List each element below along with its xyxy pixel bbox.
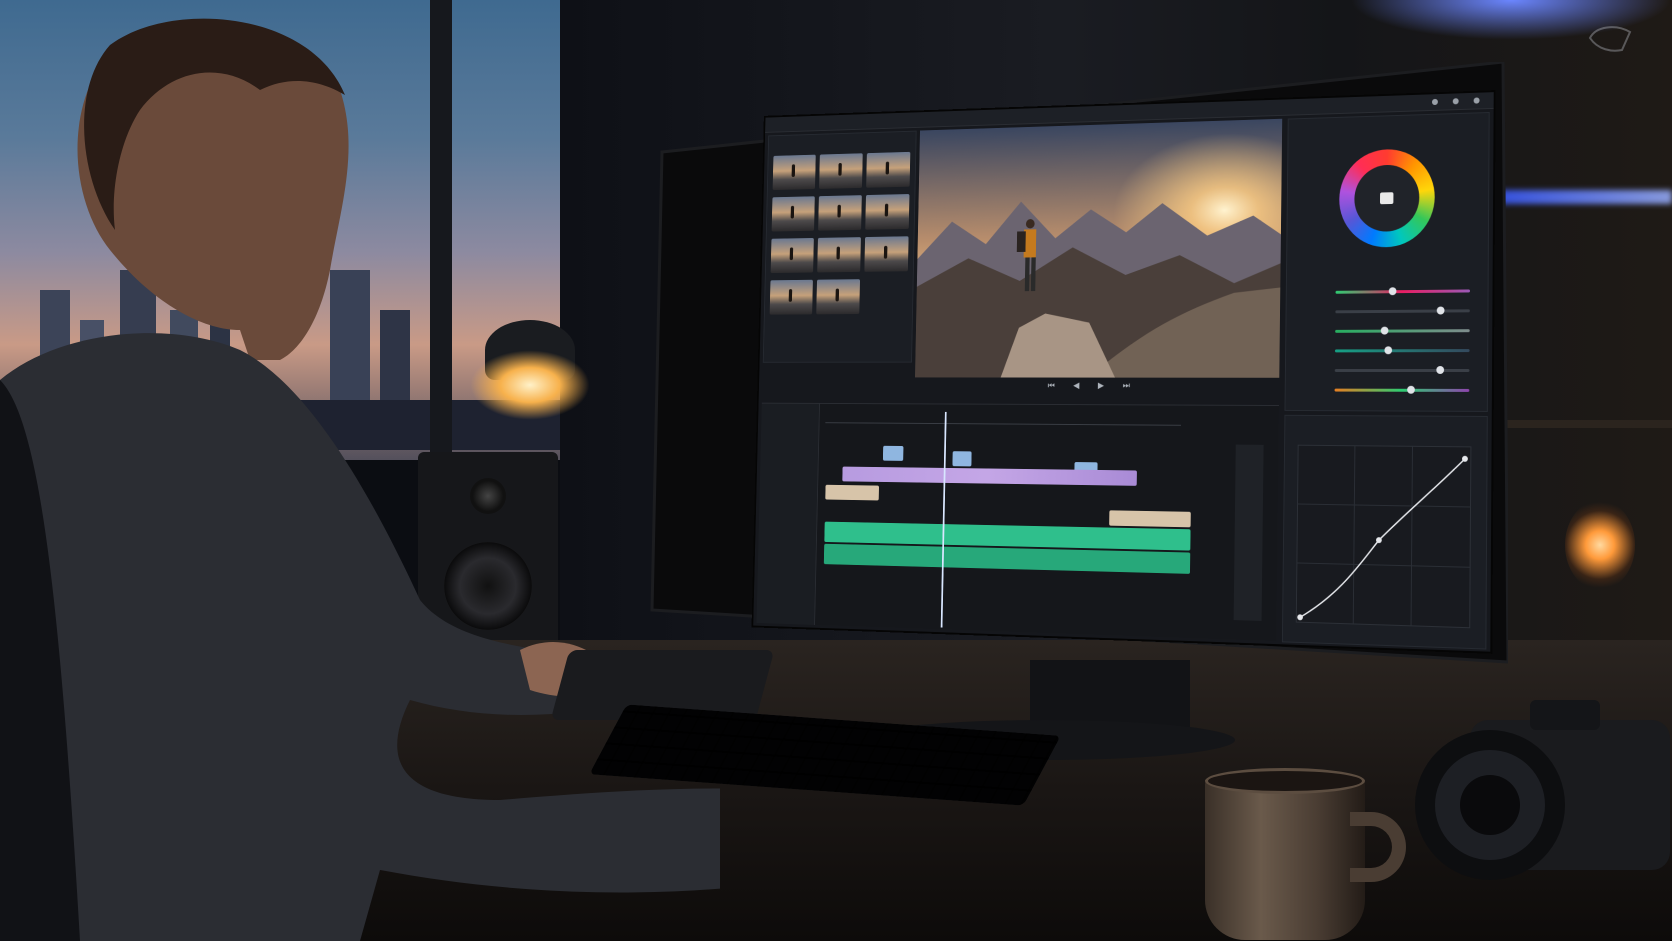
viewer-image-mountain-hiker xyxy=(915,118,1283,378)
color-sliders xyxy=(1293,281,1480,401)
media-thumbnail[interactable] xyxy=(866,151,911,188)
coffee-mug-icon xyxy=(1205,775,1365,940)
video-clip-track-1[interactable] xyxy=(1109,510,1191,528)
shelf-led-strip xyxy=(1500,190,1672,204)
person-editor xyxy=(0,18,720,941)
slider-row[interactable] xyxy=(1294,301,1480,322)
video-editing-scene: ● ● ● ⏮ ◀ ▶ ⏭ xyxy=(0,0,1672,941)
video-clip-track-2[interactable] xyxy=(842,466,1137,486)
window-controls-icon[interactable]: ● ● ● xyxy=(1432,95,1486,106)
title-clip[interactable] xyxy=(952,451,972,467)
track-headers xyxy=(756,403,820,625)
curves-panel xyxy=(1281,414,1488,650)
media-thumbnail[interactable] xyxy=(772,154,816,191)
title-clip[interactable] xyxy=(882,445,904,461)
media-thumbnail[interactable] xyxy=(771,196,815,232)
media-thumbnails xyxy=(769,151,911,315)
transport-controls-icon[interactable]: ⏮ ◀ ▶ ⏭ xyxy=(915,381,1280,399)
media-thumbnail[interactable] xyxy=(769,279,813,315)
timeline-playhead[interactable] xyxy=(940,411,947,628)
shelf xyxy=(1500,420,1672,428)
lamp-bulb-right xyxy=(1565,500,1635,590)
video-editor-app: ● ● ● ⏮ ◀ ▶ ⏭ xyxy=(751,90,1496,654)
watermark-logo-icon xyxy=(1588,26,1632,52)
media-thumbnail[interactable] xyxy=(864,236,909,272)
slider-row[interactable] xyxy=(1294,281,1480,302)
tone-curve-graph[interactable] xyxy=(1283,416,1487,649)
slider-row[interactable] xyxy=(1293,341,1479,361)
slider-row[interactable] xyxy=(1293,361,1479,381)
coffee-mug-rim xyxy=(1205,768,1365,794)
media-bin-panel xyxy=(762,130,917,363)
media-thumbnail[interactable] xyxy=(770,237,814,274)
media-thumbnail[interactable] xyxy=(865,194,910,230)
video-clip-track-1[interactable] xyxy=(825,484,880,501)
media-thumbnail[interactable] xyxy=(816,279,861,315)
timeline-ruler[interactable] xyxy=(825,413,1182,426)
slider-row[interactable] xyxy=(1293,381,1479,401)
media-thumbnail[interactable] xyxy=(817,237,861,273)
audio-meter xyxy=(1233,444,1264,621)
program-viewer[interactable] xyxy=(915,118,1283,378)
media-thumbnail[interactable] xyxy=(819,153,863,189)
timeline-panel xyxy=(756,402,1279,642)
camera-icon xyxy=(1415,700,1670,880)
color-wheel-center[interactable] xyxy=(1379,192,1394,205)
media-thumbnail[interactable] xyxy=(818,195,862,231)
color-grading-panel xyxy=(1284,111,1490,412)
slider-row[interactable] xyxy=(1294,321,1480,342)
